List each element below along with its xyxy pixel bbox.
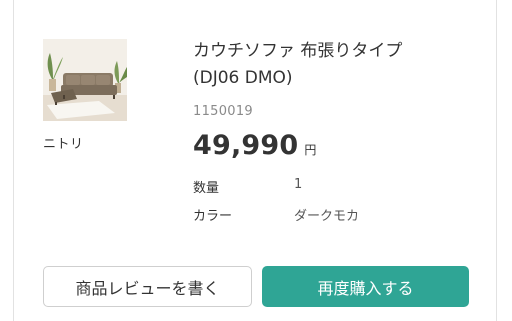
price-value: 49,990	[193, 130, 299, 161]
quantity-value: 1	[294, 177, 303, 192]
product-title[interactable]: カウチソファ 布張りタイプ (DJ06 DMO)	[193, 38, 493, 92]
write-review-button[interactable]: 商品レビューを書く	[43, 266, 252, 307]
couch-sofa-image	[43, 39, 127, 121]
product-sku: 1150019	[193, 104, 253, 119]
product-thumbnail[interactable]	[43, 39, 127, 121]
left-border	[13, 0, 14, 321]
product-title-line1: カウチソファ 布張りタイプ	[193, 41, 403, 61]
rebuy-button[interactable]: 再度購入する	[262, 266, 469, 307]
product-title-line2: (DJ06 DMO)	[193, 68, 293, 88]
price-unit: 円	[304, 143, 317, 157]
product-price: 49,990 円	[193, 130, 316, 161]
color-label: カラー	[193, 209, 233, 224]
maker-name: ニトリ	[43, 137, 84, 152]
quantity-label: 数量	[193, 181, 220, 196]
color-value: ダークモカ	[294, 209, 360, 224]
right-border	[496, 0, 497, 321]
